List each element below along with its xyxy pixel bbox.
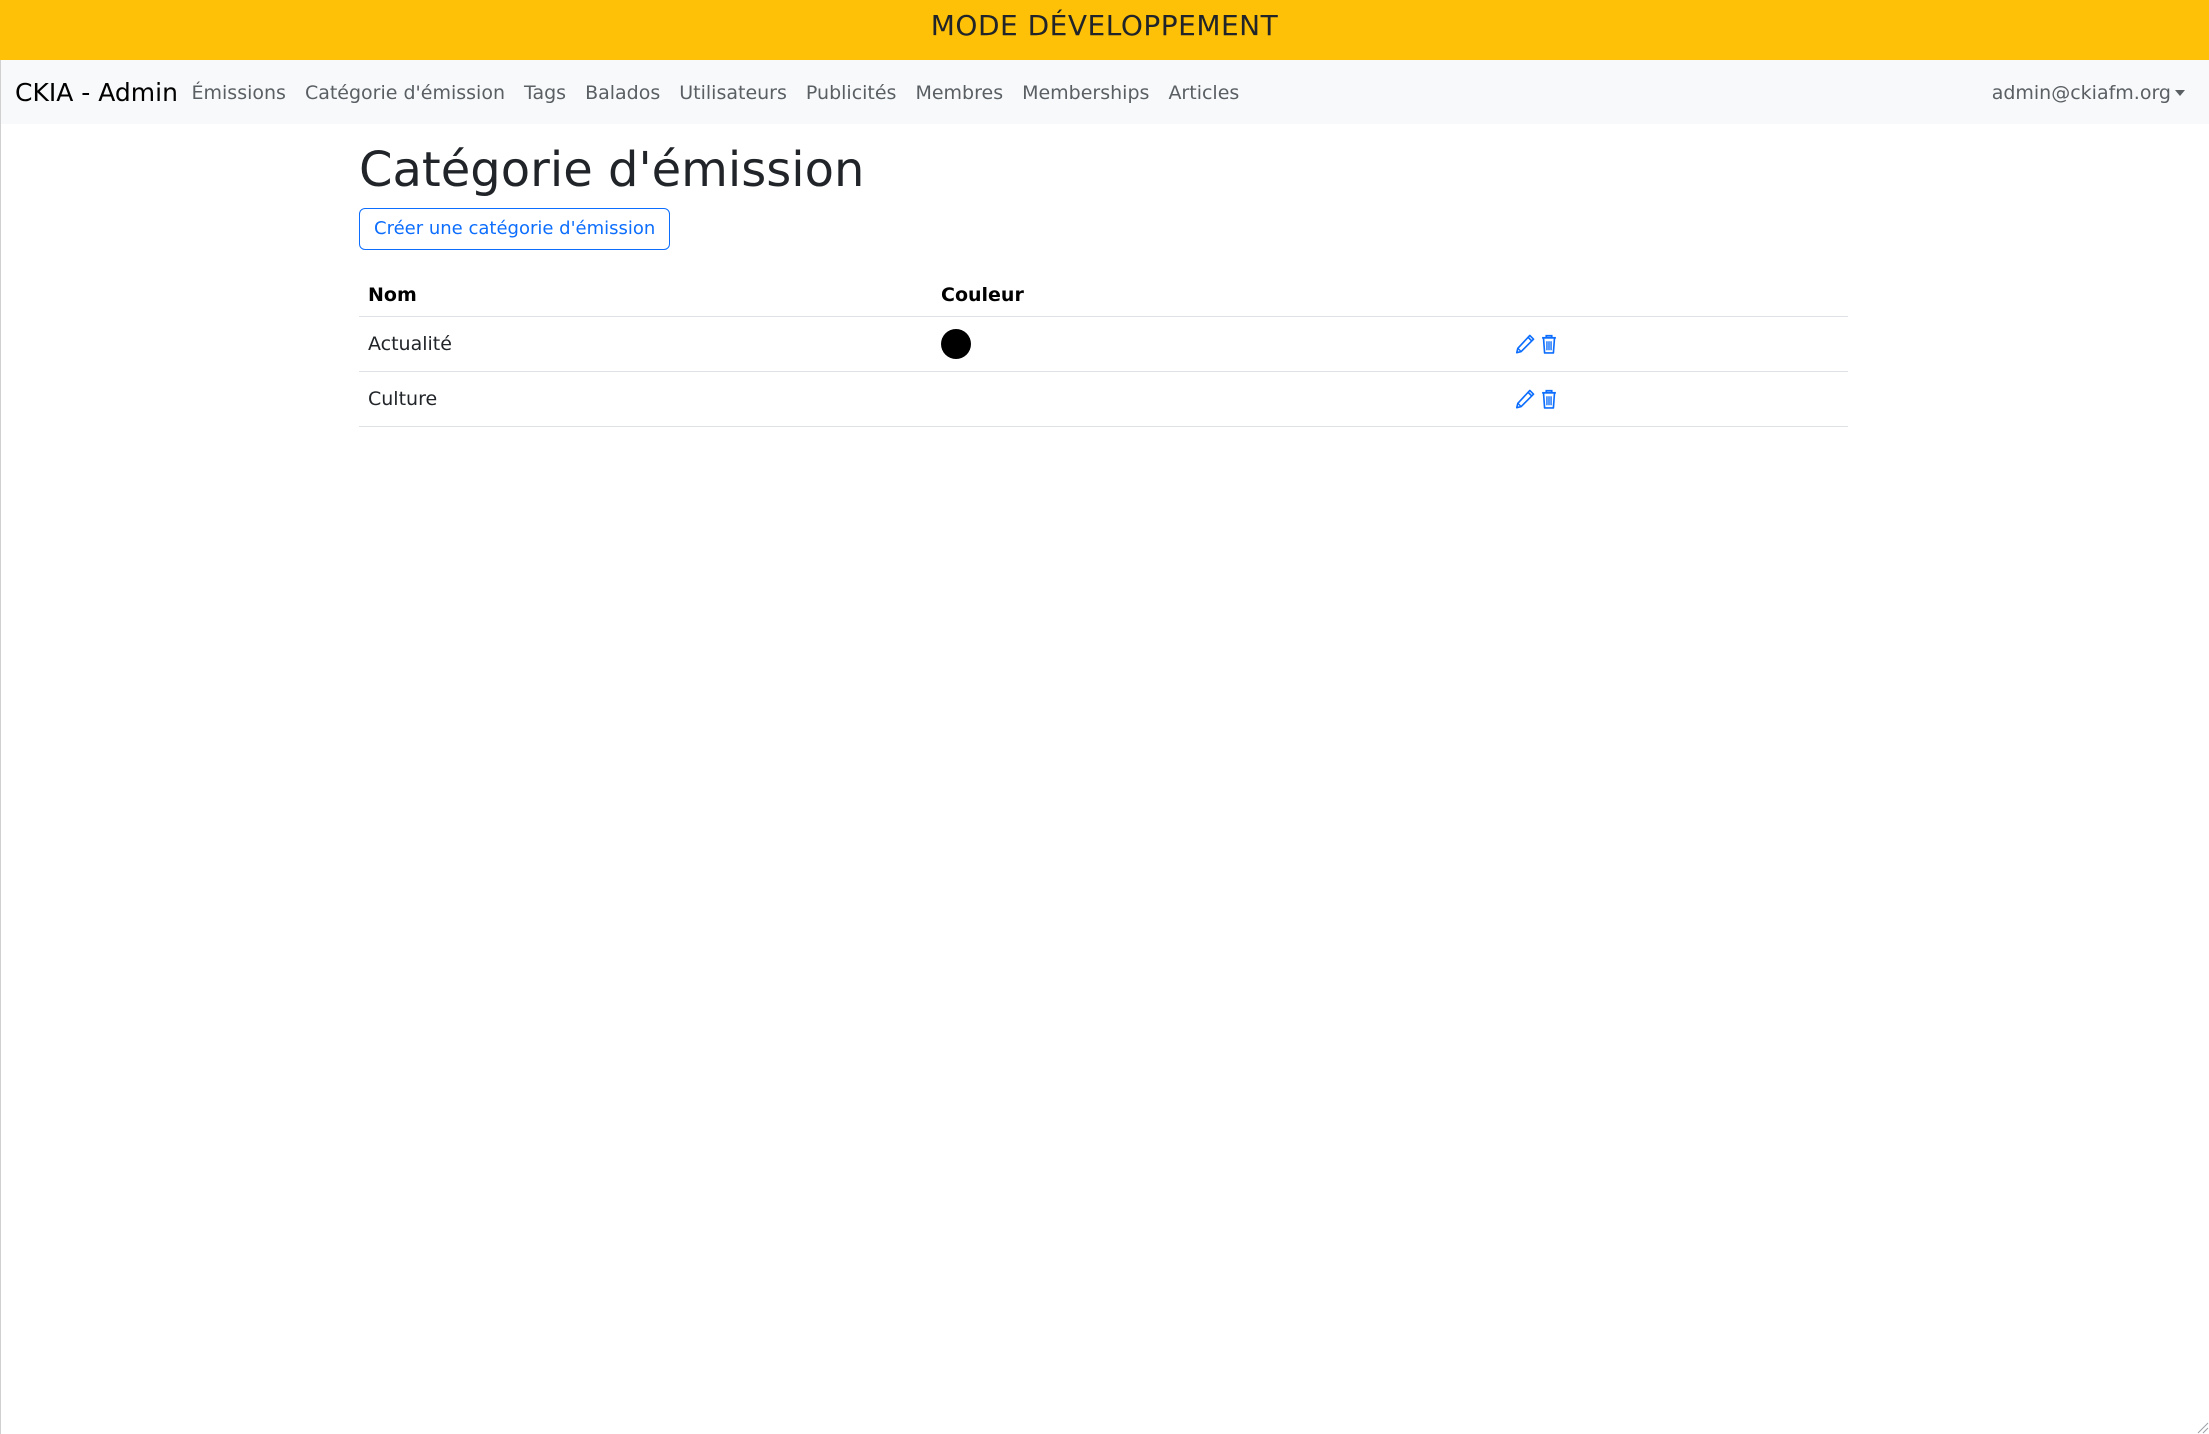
row-actions — [1505, 371, 1848, 427]
trash-icon[interactable] — [1538, 333, 1560, 355]
header-actions — [1505, 274, 1848, 317]
create-category-button[interactable]: Créer une catégorie d'émission — [359, 208, 671, 250]
user-dropdown[interactable]: admin@ckiafm.org — [1992, 82, 2185, 104]
trash-icon[interactable] — [1538, 388, 1560, 410]
color-swatch — [941, 329, 971, 359]
nav-link-balados[interactable]: Balados — [576, 82, 670, 104]
user-email: admin@ckiafm.org — [1991, 82, 2171, 104]
nav-link-membres[interactable]: Membres — [906, 82, 1013, 104]
resize-grip-icon[interactable] — [2195, 1420, 2209, 1434]
category-color-cell — [932, 371, 1505, 427]
category-name: Culture — [359, 371, 932, 427]
dev-mode-banner: MODE DÉVELOPPEMENT — [0, 0, 2209, 60]
pencil-icon[interactable] — [1514, 333, 1536, 355]
nav-link-utilisateurs[interactable]: Utilisateurs — [670, 82, 797, 104]
caret-down-icon — [2175, 90, 2185, 96]
header-name: Nom — [359, 274, 932, 317]
top-navbar: CKIA - Admin Émissions Catégorie d'émiss… — [0, 60, 2209, 124]
category-color-cell — [932, 316, 1505, 372]
page-title: Catégorie d'émission — [359, 142, 865, 198]
table-row: Actualité — [359, 316, 1848, 372]
table-row: Culture — [359, 371, 1848, 427]
nav-links: Émissions Catégorie d'émission Tags Bala… — [182, 82, 1249, 104]
nav-link-articles[interactable]: Articles — [1159, 82, 1249, 104]
category-name: Actualité — [359, 316, 932, 372]
header-color: Couleur — [932, 274, 1505, 317]
dev-mode-text: MODE DÉVELOPPEMENT — [930, 9, 1279, 42]
categories-table: Nom Couleur Actualité Culture — [359, 274, 1848, 427]
nav-link-emissions[interactable]: Émissions — [182, 82, 295, 104]
table-header-row: Nom Couleur — [359, 274, 1848, 317]
nav-link-memberships[interactable]: Memberships — [1013, 82, 1159, 104]
nav-link-tags[interactable]: Tags — [515, 82, 576, 104]
pencil-icon[interactable] — [1514, 388, 1536, 410]
nav-link-publicites[interactable]: Publicités — [796, 82, 906, 104]
brand-link[interactable]: CKIA - Admin — [15, 78, 178, 107]
row-actions — [1505, 316, 1848, 372]
page-left-border — [0, 124, 1, 1434]
nav-link-categorie-emission[interactable]: Catégorie d'émission — [295, 82, 514, 104]
